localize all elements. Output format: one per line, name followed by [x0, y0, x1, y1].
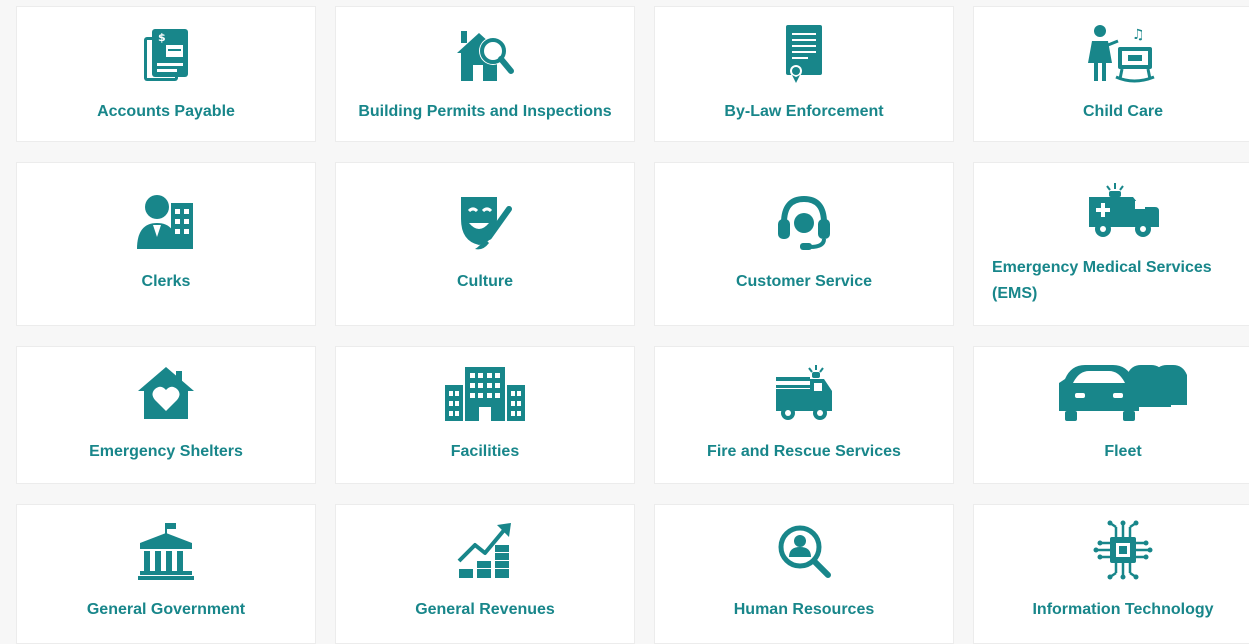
- tile-label: Culture: [457, 273, 513, 290]
- tile-clerks[interactable]: Clerks: [16, 162, 316, 326]
- tile-fleet[interactable]: Fleet: [973, 346, 1249, 484]
- clerk-person-icon: [135, 191, 197, 253]
- headset-icon: [774, 191, 834, 253]
- tile-child-care[interactable]: ♫ Child Care: [973, 6, 1249, 142]
- government-building-icon: [136, 521, 196, 581]
- tile-by-law-enforcement[interactable]: By-Law Enforcement: [654, 6, 954, 142]
- tile-human-resources[interactable]: Human Resources: [654, 504, 954, 644]
- svg-text:♫: ♫: [1132, 27, 1145, 43]
- tile-label: General Revenues: [415, 601, 555, 618]
- tile-fire-and-rescue[interactable]: Fire and Rescue Services: [654, 346, 954, 484]
- tile-label: Fire and Rescue Services: [707, 443, 901, 460]
- tile-label: By-Law Enforcement: [724, 103, 884, 120]
- tile-accounts-payable[interactable]: $ Accounts Payable: [16, 6, 316, 142]
- tile-building-permits[interactable]: Building Permits and Inspections: [335, 6, 635, 142]
- tile-label: Clerks: [141, 273, 191, 290]
- certificate-document-icon: [782, 23, 826, 85]
- tile-label: Accounts Payable: [97, 103, 235, 120]
- svg-text:$: $: [158, 31, 166, 44]
- tile-facilities[interactable]: Facilities: [335, 346, 635, 484]
- tile-label: Building Permits and Inspections: [358, 103, 612, 120]
- department-grid: $ Accounts Payable Building Permits and …: [0, 0, 1249, 644]
- person-search-icon: [774, 521, 834, 581]
- circuit-chip-icon: [1092, 519, 1154, 581]
- cars-icon: [1057, 361, 1189, 423]
- tile-label: Information Technology: [1032, 601, 1214, 618]
- house-heart-icon: [136, 363, 196, 423]
- ambulance-icon: [1085, 181, 1161, 239]
- theatre-mask-brush-icon: [455, 191, 515, 253]
- tile-label: General Government: [86, 601, 246, 618]
- tile-culture[interactable]: Culture: [335, 162, 635, 326]
- tile-information-technology[interactable]: Information Technology: [973, 504, 1249, 644]
- tile-label: Child Care: [1082, 103, 1163, 120]
- invoice-icon: $: [138, 25, 194, 87]
- buildings-icon: [443, 363, 527, 423]
- tile-label: Emergency Medical Services (EMS): [992, 259, 1212, 302]
- tile-label: Customer Service: [735, 273, 873, 290]
- tile-customer-service[interactable]: Customer Service: [654, 162, 954, 326]
- revenue-chart-icon: [455, 521, 515, 581]
- fire-truck-icon: [772, 363, 836, 423]
- tile-emergency-medical-services[interactable]: Emergency Medical Services (EMS): [973, 162, 1249, 326]
- tile-label: Facilities: [450, 443, 520, 460]
- tile-emergency-shelters[interactable]: Emergency Shelters: [16, 346, 316, 484]
- tile-label: Human Resources: [733, 601, 875, 618]
- tile-general-government[interactable]: General Government: [16, 504, 316, 644]
- house-magnifier-icon: [453, 25, 517, 87]
- tile-general-revenues[interactable]: General Revenues: [335, 504, 635, 644]
- child-care-icon: ♫: [1088, 21, 1158, 85]
- tile-label: Emergency Shelters: [89, 443, 243, 460]
- tile-label: Fleet: [1104, 443, 1142, 460]
